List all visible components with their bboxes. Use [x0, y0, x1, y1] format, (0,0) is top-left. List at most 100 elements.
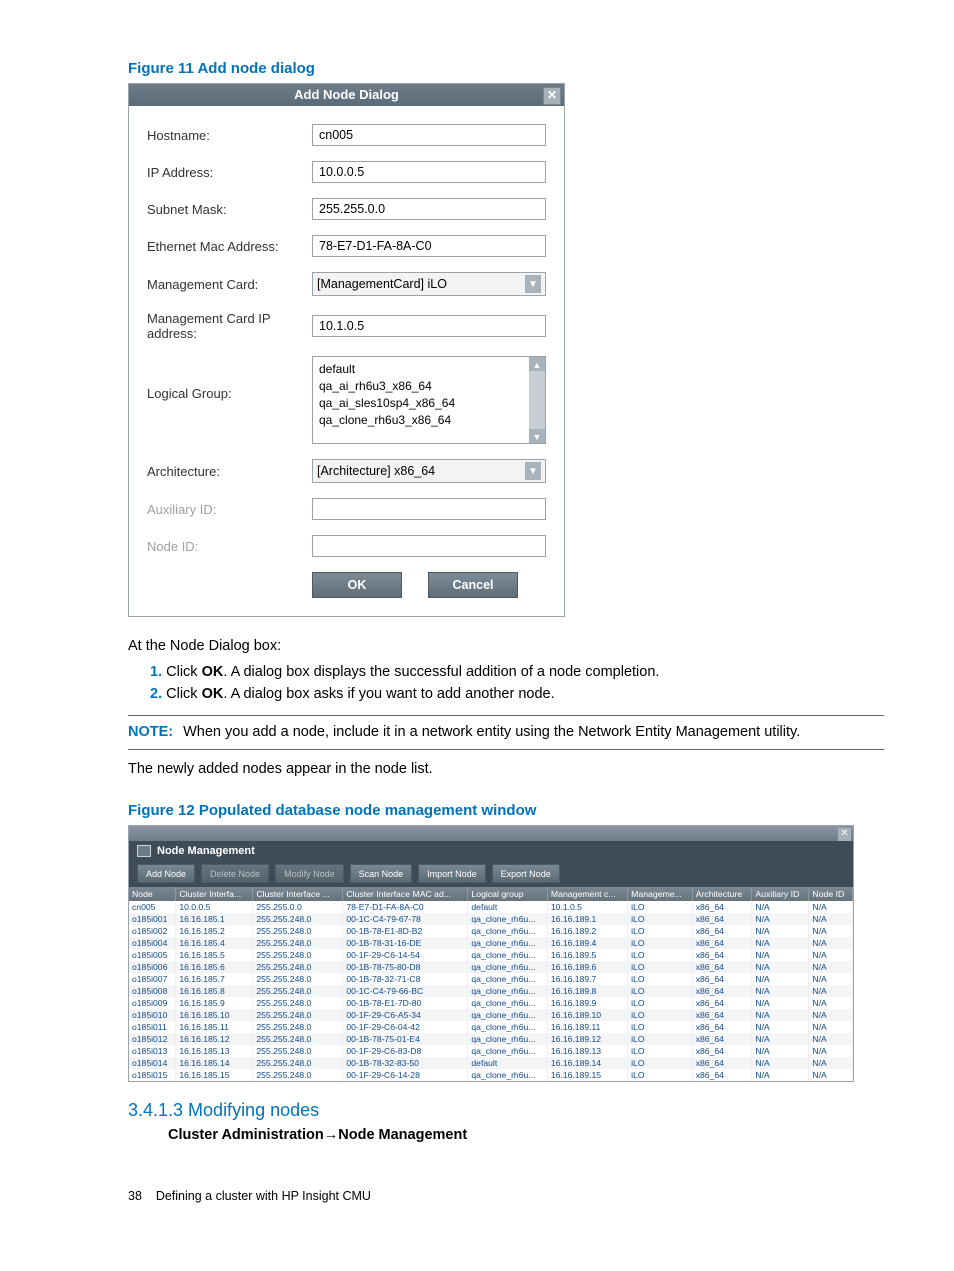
window-title: Node Management: [129, 841, 853, 861]
ok-button[interactable]: OK: [312, 572, 402, 598]
table-row[interactable]: o185i01016.16.185.10255.255.248.000-1F-2…: [129, 1009, 853, 1021]
table-cell: 16.16.185.14: [176, 1057, 253, 1069]
table-cell: qa_clone_rh6u...: [468, 949, 547, 961]
table-cell: iLO: [628, 1033, 693, 1045]
table-cell: 00-1B-78-75-01-E4: [343, 1033, 468, 1045]
table-cell: default: [468, 1057, 547, 1069]
table-cell: o185i007: [129, 973, 176, 985]
table-cell: qa_clone_rh6u...: [468, 913, 547, 925]
table-header[interactable]: Cluster Interface ...: [253, 887, 343, 901]
table-row[interactable]: o185i01116.16.185.11255.255.248.000-1F-2…: [129, 1021, 853, 1033]
mgmt-card-select[interactable]: [ManagementCard] iLO ▼: [312, 272, 546, 296]
table-row[interactable]: o185i00216.16.185.2255.255.248.000-1B-78…: [129, 925, 853, 937]
node-id-input[interactable]: [312, 535, 546, 557]
table-row[interactable]: o185i01216.16.185.12255.255.248.000-1B-7…: [129, 1033, 853, 1045]
table-cell: 255.255.248.0: [253, 1009, 343, 1021]
table-cell: 16.16.189.6: [547, 961, 627, 973]
table-cell: N/A: [809, 997, 853, 1009]
logical-group-label: Logical Group:: [147, 356, 312, 401]
close-icon[interactable]: ✕: [838, 828, 851, 841]
add-node-button[interactable]: Add Node: [137, 864, 195, 883]
table-row[interactable]: o185i00516.16.185.5255.255.248.000-1F-29…: [129, 949, 853, 961]
table-header[interactable]: Cluster Interfa...: [176, 887, 253, 901]
subnet-label: Subnet Mask:: [147, 202, 312, 217]
page-number: 38: [128, 1189, 142, 1203]
table-cell: o185i013: [129, 1045, 176, 1057]
table-header[interactable]: Manageme...: [628, 887, 693, 901]
table-cell: N/A: [809, 925, 853, 937]
table-row[interactable]: o185i01416.16.185.14255.255.248.000-1B-7…: [129, 1057, 853, 1069]
listbox-item[interactable]: default: [319, 361, 525, 378]
hostname-input[interactable]: [312, 124, 546, 146]
table-row[interactable]: cn00510.0.0.5255.255.0.078-E7-D1-FA-8A-C…: [129, 901, 853, 913]
table-row[interactable]: o185i01316.16.185.13255.255.248.000-1F-2…: [129, 1045, 853, 1057]
delete-node-button[interactable]: Delete Node: [201, 864, 269, 883]
table-cell: o185i008: [129, 985, 176, 997]
table-cell: o185i009: [129, 997, 176, 1009]
table-cell: N/A: [809, 937, 853, 949]
table-cell: iLO: [628, 1009, 693, 1021]
table-header[interactable]: Auxiliary ID: [752, 887, 809, 901]
table-cell: 16.16.189.10: [547, 1009, 627, 1021]
listbox-item[interactable]: qa_clone_rh6u3_x86_64: [319, 412, 525, 429]
table-row[interactable]: o185i00116.16.185.1255.255.248.000-1C-C4…: [129, 913, 853, 925]
subnet-input[interactable]: [312, 198, 546, 220]
table-cell: N/A: [752, 1021, 809, 1033]
scrollbar[interactable]: ▲▼: [529, 357, 545, 443]
import-node-button[interactable]: Import Node: [418, 864, 486, 883]
close-icon[interactable]: ✕: [543, 87, 561, 105]
export-node-button[interactable]: Export Node: [492, 864, 560, 883]
table-cell: 255.255.248.0: [253, 961, 343, 973]
table-header[interactable]: Node ID: [809, 887, 853, 901]
logical-group-listbox[interactable]: default qa_ai_rh6u3_x86_64 qa_ai_sles10s…: [312, 356, 546, 444]
table-header[interactable]: Architecture: [692, 887, 752, 901]
scan-node-button[interactable]: Scan Node: [350, 864, 413, 883]
mgmt-ip-input[interactable]: [312, 315, 546, 337]
table-row[interactable]: o185i01516.16.185.15255.255.248.000-1F-2…: [129, 1069, 853, 1081]
table-row[interactable]: o185i00416.16.185.4255.255.248.000-1B-78…: [129, 937, 853, 949]
table-header[interactable]: Logical group: [468, 887, 547, 901]
table-cell: qa_clone_rh6u...: [468, 1021, 547, 1033]
table-cell: iLO: [628, 913, 693, 925]
listbox-item[interactable]: qa_ai_rh6u3_x86_64: [319, 378, 525, 395]
table-cell: 16.16.189.13: [547, 1045, 627, 1057]
aux-id-input[interactable]: [312, 498, 546, 520]
table-row[interactable]: o185i00716.16.185.7255.255.248.000-1B-78…: [129, 973, 853, 985]
table-cell: N/A: [809, 1057, 853, 1069]
mac-input[interactable]: [312, 235, 546, 257]
cancel-button[interactable]: Cancel: [428, 572, 518, 598]
table-cell: x86_64: [692, 997, 752, 1009]
table-cell: x86_64: [692, 1045, 752, 1057]
table-cell: iLO: [628, 925, 693, 937]
table-cell: 16.16.189.5: [547, 949, 627, 961]
breadcrumb: Cluster Administration→Node Management: [168, 1127, 884, 1143]
table-cell: 16.16.189.15: [547, 1069, 627, 1081]
table-cell: o185i015: [129, 1069, 176, 1081]
table-cell: iLO: [628, 973, 693, 985]
arch-select[interactable]: [Architecture] x86_64 ▼: [312, 459, 546, 483]
ip-input[interactable]: [312, 161, 546, 183]
table-cell: iLO: [628, 1069, 693, 1081]
table-row[interactable]: o185i00616.16.185.6255.255.248.000-1B-78…: [129, 961, 853, 973]
node-table: NodeCluster Interfa...Cluster Interface …: [129, 887, 853, 1081]
listbox-item[interactable]: qa_ai_sles10sp4_x86_64: [319, 395, 525, 412]
table-header[interactable]: Node: [129, 887, 176, 901]
scroll-up-icon[interactable]: ▲: [529, 357, 545, 371]
table-header[interactable]: Management c...: [547, 887, 627, 901]
table-cell: 255.255.0.0: [253, 901, 343, 913]
table-cell: default: [468, 901, 547, 913]
table-cell: 255.255.248.0: [253, 997, 343, 1009]
table-header[interactable]: Cluster Interface MAC ad...: [343, 887, 468, 901]
table-cell: 255.255.248.0: [253, 949, 343, 961]
table-row[interactable]: o185i00916.16.185.9255.255.248.000-1B-78…: [129, 997, 853, 1009]
table-cell: x86_64: [692, 1009, 752, 1021]
figure-11-title: Figure 11 Add node dialog: [128, 60, 884, 77]
add-node-dialog: Add Node Dialog ✕ Hostname: IP Address: …: [128, 83, 565, 617]
table-row[interactable]: o185i00816.16.185.8255.255.248.000-1C-C4…: [129, 985, 853, 997]
table-cell: 10.1.0.5: [547, 901, 627, 913]
table-cell: N/A: [752, 961, 809, 973]
steps-list: 1. Click OK. A dialog box displays the s…: [128, 663, 884, 705]
modify-node-button[interactable]: Modify Node: [275, 864, 344, 883]
scroll-down-icon[interactable]: ▼: [529, 429, 545, 443]
table-cell: N/A: [809, 1045, 853, 1057]
